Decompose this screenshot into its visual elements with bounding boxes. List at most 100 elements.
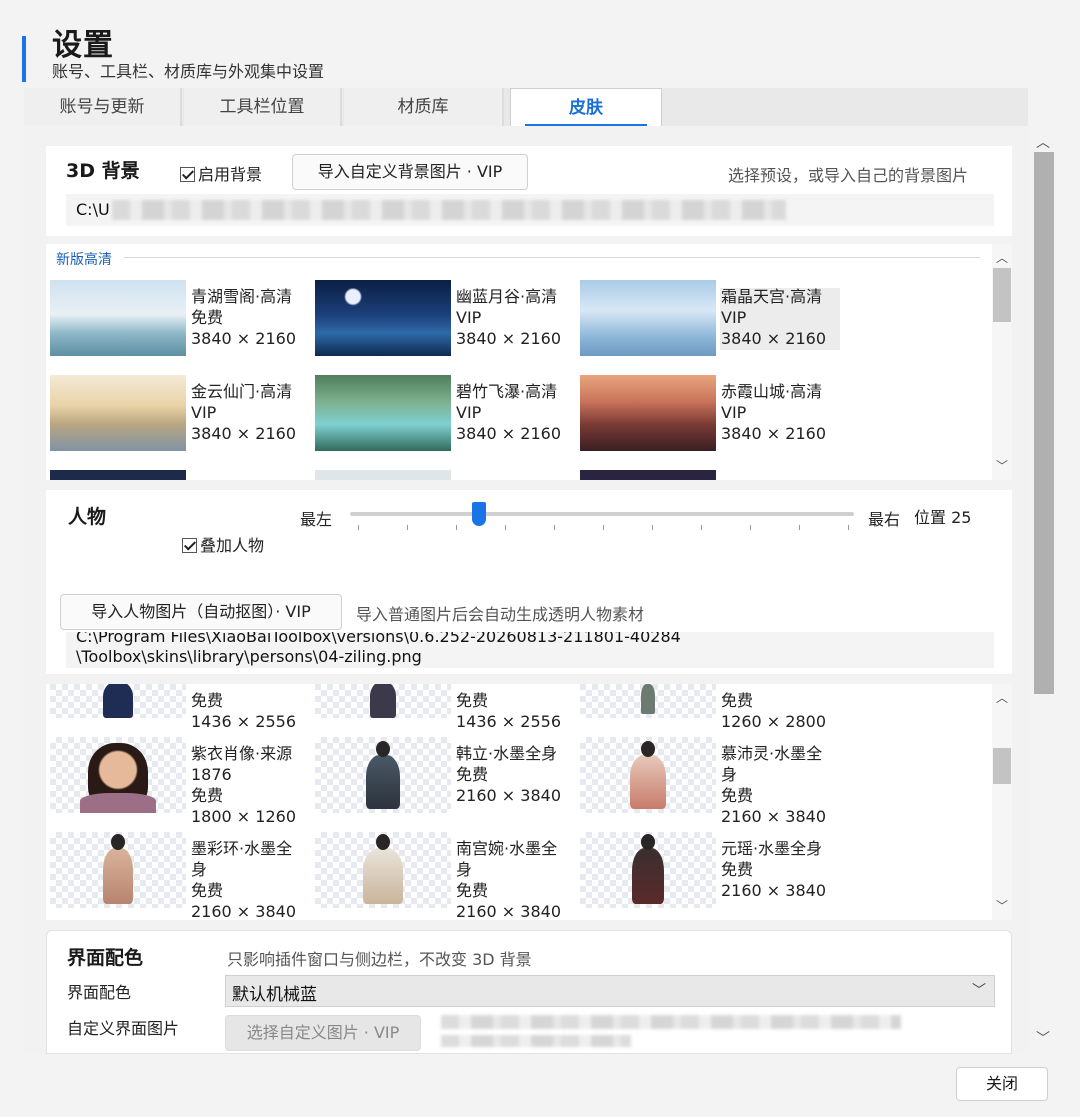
bg-gallery-scrollbar[interactable]: ︿ ﹀ xyxy=(992,244,1012,480)
background-gallery[interactable]: 新版高清 青湖雪阁·高清 免费 3840 × 2160 幽蓝月谷·高清 VIP … xyxy=(46,244,1012,480)
person-card-2[interactable]: 韩立·水墨全身 免费 2160 × 3840 xyxy=(315,737,570,815)
gallery-group-label: 新版高清 xyxy=(56,252,112,268)
slider-tick xyxy=(701,525,702,530)
enable-background-checkbox[interactable]: 启用背景 xyxy=(180,161,262,185)
main-scroll-thumb[interactable] xyxy=(1034,152,1054,694)
background-hint: 选择预设，或导入自己的背景图片 xyxy=(728,166,969,185)
person-size: 1436 × 2556 xyxy=(191,712,297,731)
bg-thumbnail-partial[interactable] xyxy=(580,470,716,480)
person-card-5[interactable]: 南宫婉·水墨全身 免费 2160 × 3840 xyxy=(315,832,570,920)
enable-background-label: 启用背景 xyxy=(198,165,263,184)
bg-card-6[interactable]: 赤霞山城·高清 VIP 3840 × 2160 xyxy=(580,375,835,453)
person-card-partial-3[interactable]: 免费 1260 × 2800 xyxy=(580,684,835,731)
bg-thumbnail xyxy=(50,375,186,451)
person-tier: 免费 xyxy=(456,881,489,900)
slider-tick xyxy=(407,525,408,530)
scroll-down-icon[interactable]: ﹀ xyxy=(992,896,1012,916)
tab-account-update[interactable]: 账号与更新 xyxy=(24,88,182,126)
person-tier: 免费 xyxy=(456,691,489,710)
tab-material-library[interactable]: 材质库 xyxy=(344,88,504,126)
scroll-thumb[interactable] xyxy=(993,748,1011,784)
slider-tick xyxy=(554,525,555,530)
bg-thumbnail xyxy=(315,280,451,356)
tab-skin[interactable]: 皮肤 xyxy=(510,88,662,126)
person-card-1[interactable]: 紫衣肖像·来源 1876 免费 1800 × 1260 xyxy=(50,737,305,826)
color-scheme-select[interactable]: 默认机械蓝 ﹀ xyxy=(225,975,995,1007)
person-extra: 1876 xyxy=(191,765,232,784)
main-scrollbar[interactable]: ︿ ﹀ xyxy=(1032,130,1054,1052)
color-scheme-value: 默认机械蓝 xyxy=(232,985,317,1005)
person-tier: 免费 xyxy=(721,786,754,805)
position-slider-track[interactable] xyxy=(350,512,854,516)
background-panel: 3D 背景 启用背景 导入自定义背景图片 · VIP 选择预设，或导入自己的背景… xyxy=(46,146,1012,236)
person-size: 2160 × 3840 xyxy=(456,902,562,920)
person-tier: 免费 xyxy=(191,691,224,710)
scroll-down-icon[interactable]: ﹀ xyxy=(1032,1028,1054,1050)
bg-card-2[interactable]: 幽蓝月谷·高清 VIP 3840 × 2160 xyxy=(315,280,570,358)
person-name: 慕沛灵·水墨全身 xyxy=(721,744,823,784)
bg-name: 碧竹飞瀑·高清 xyxy=(456,382,558,401)
import-background-button[interactable]: 导入自定义背景图片 · VIP xyxy=(292,154,528,190)
tab-toolbar-position[interactable]: 工具栏位置 xyxy=(184,88,342,126)
slider-tick xyxy=(505,525,506,530)
bg-size: 3840 × 2160 xyxy=(721,424,827,443)
bg-thumbnail-partial[interactable] xyxy=(50,470,186,480)
person-gallery-scrollbar[interactable]: ︿ ﹀ xyxy=(992,684,1012,920)
person-thumbnail xyxy=(315,684,451,718)
position-slider-handle[interactable] xyxy=(472,502,486,526)
header-accent-bar xyxy=(22,36,26,82)
overlay-person-checkbox[interactable]: 叠加人物 xyxy=(182,532,264,556)
group-divider xyxy=(124,257,980,258)
choose-custom-image-button[interactable]: 选择自定义图片 · VIP xyxy=(225,1015,421,1051)
custom-image-label: 自定义界面图片 xyxy=(67,1019,180,1038)
person-size: 2160 × 3840 xyxy=(721,881,827,900)
person-name: 韩立·水墨全身 xyxy=(456,744,558,763)
bg-name: 幽蓝月谷·高清 xyxy=(456,287,558,306)
person-size: 1800 × 1260 xyxy=(191,807,297,826)
person-tier: 免费 xyxy=(191,786,224,805)
person-thumbnail xyxy=(315,832,451,908)
bg-thumbnail xyxy=(580,280,716,356)
person-card-6[interactable]: 元瑶·水墨全身 免费 2160 × 3840 xyxy=(580,832,835,910)
person-tier: 免费 xyxy=(456,765,489,784)
bg-tier: VIP xyxy=(456,403,482,422)
slider-tick xyxy=(358,525,359,530)
person-path-field[interactable]: C:\Program Files\XiaoBaiToolbox\versions… xyxy=(66,632,994,668)
bg-tier: VIP xyxy=(456,308,482,327)
person-card-3[interactable]: 慕沛灵·水墨全身 免费 2160 × 3840 xyxy=(580,737,835,826)
slider-tick xyxy=(652,525,653,530)
close-button[interactable]: 关闭 xyxy=(956,1067,1048,1101)
theme-hint: 只影响插件窗口与侧边栏，不改变 3D 背景 xyxy=(227,950,532,969)
overlay-person-label: 叠加人物 xyxy=(200,536,265,555)
person-name: 元瑶·水墨全身 xyxy=(721,839,823,858)
person-card-partial-1[interactable]: 免费 1436 × 2556 xyxy=(50,684,305,731)
slider-position-readout: 位置 25 xyxy=(914,508,972,527)
bg-card-5[interactable]: 碧竹飞瀑·高清 VIP 3840 × 2160 xyxy=(315,375,570,453)
bg-card-4[interactable]: 金云仙门·高清 VIP 3840 × 2160 xyxy=(50,375,305,453)
bg-tier: 免费 xyxy=(191,308,224,327)
person-gallery[interactable]: 免费 1436 × 2556 免费 1436 × 2556 免费 1260 × … xyxy=(46,684,1012,920)
bg-thumbnail xyxy=(580,375,716,451)
bg-size: 3840 × 2160 xyxy=(191,329,297,348)
check-icon xyxy=(182,538,197,553)
person-size: 1260 × 2800 xyxy=(721,712,827,731)
slider-tick xyxy=(799,525,800,530)
slider-tick xyxy=(750,525,751,530)
background-section-title: 3D 背景 xyxy=(66,160,140,182)
person-tier: 免费 xyxy=(721,860,754,879)
scroll-up-icon[interactable]: ︿ xyxy=(992,688,1012,708)
background-path-text: C:\U xyxy=(76,200,110,219)
bg-card-3-selected[interactable]: 霜晶天宫·高清 VIP 3840 × 2160 xyxy=(580,280,840,358)
person-name: 南宫婉·水墨全身 xyxy=(456,839,558,879)
scroll-thumb[interactable] xyxy=(993,268,1011,322)
person-card-4[interactable]: 墨彩环·水墨全身 免费 2160 × 3840 xyxy=(50,832,305,920)
person-card-partial-2[interactable]: 免费 1436 × 2556 xyxy=(315,684,570,731)
person-tier: 免费 xyxy=(191,881,224,900)
bg-card-1[interactable]: 青湖雪阁·高清 免费 3840 × 2160 xyxy=(50,280,305,358)
import-person-button[interactable]: 导入人物图片（自动抠图）· VIP xyxy=(60,594,342,630)
scroll-down-icon[interactable]: ﹀ xyxy=(992,456,1012,476)
bg-thumbnail-partial[interactable] xyxy=(315,470,451,480)
scroll-up-icon[interactable]: ︿ xyxy=(1032,132,1054,154)
person-size: 2160 × 3840 xyxy=(721,807,827,826)
scroll-up-icon[interactable]: ︿ xyxy=(992,248,1012,268)
